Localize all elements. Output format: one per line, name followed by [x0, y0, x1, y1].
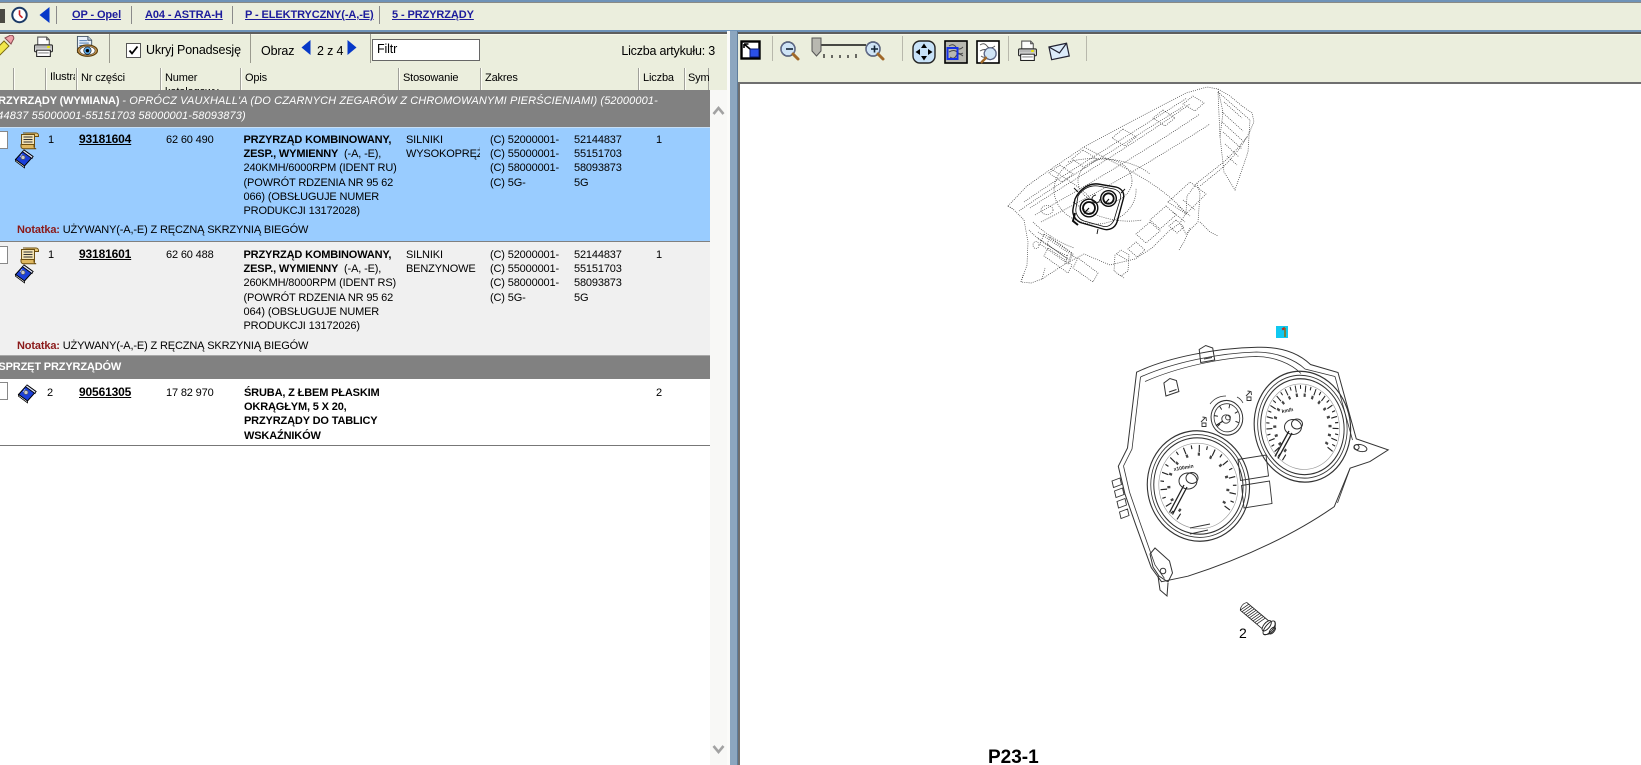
- svg-text:2: 2: [1239, 625, 1247, 641]
- svg-text:km/h: km/h: [1281, 407, 1294, 415]
- svg-text:P23-1: P23-1: [988, 747, 1039, 765]
- svg-text:x100min: x100min: [1173, 464, 1194, 473]
